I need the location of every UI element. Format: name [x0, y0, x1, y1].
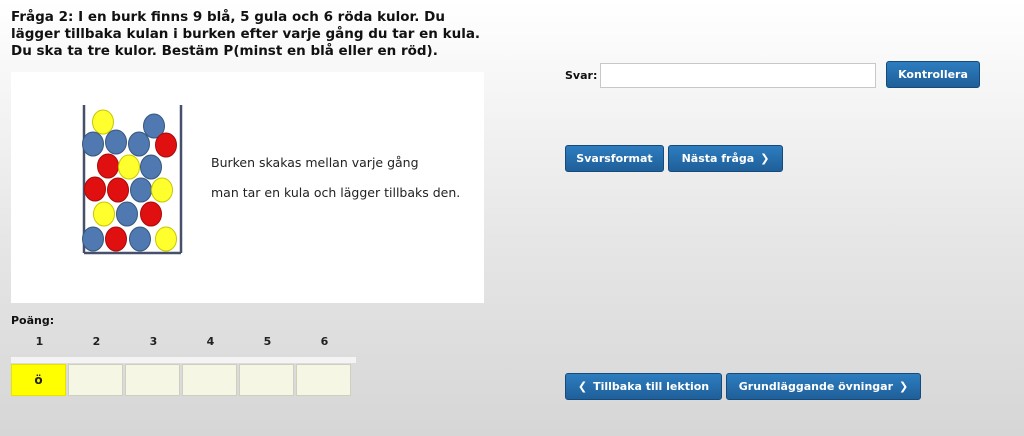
score-column-header: 3 — [149, 335, 158, 348]
yellow-marble — [118, 154, 140, 180]
score-column-header: 5 — [263, 335, 272, 348]
blue-marble — [140, 154, 162, 180]
answer-input[interactable] — [600, 63, 876, 88]
red-marble — [140, 201, 162, 227]
red-marble — [84, 176, 106, 202]
back-to-lesson-button[interactable]: ❮ Tillbaka till lektion — [565, 373, 722, 400]
blue-marble — [129, 226, 151, 252]
points-label: Poäng: — [11, 314, 55, 327]
red-marble — [97, 153, 119, 179]
jar-illustration — [82, 105, 183, 255]
score-cell — [68, 364, 123, 396]
next-question-button[interactable]: Nästa fråga ❯ — [668, 145, 783, 172]
basic-exercises-button[interactable]: Grundläggande övningar ❯ — [726, 373, 921, 400]
score-column-header: 4 — [206, 335, 215, 348]
score-cell-row: ö — [11, 364, 356, 396]
chevron-right-icon: ❯ — [760, 152, 770, 165]
score-cell — [125, 364, 180, 396]
marbles — [82, 109, 177, 252]
yellow-marble — [155, 226, 177, 252]
blue-marble — [130, 177, 152, 203]
red-marble — [155, 132, 177, 158]
score-cell — [182, 364, 237, 396]
yellow-marble — [92, 109, 114, 135]
next-question-label: Nästa fråga — [681, 152, 755, 165]
panel-text-line: Burken skakas mellan varje gång — [211, 155, 419, 170]
score-column-header: 2 — [92, 335, 101, 348]
basic-exercises-label: Grundläggande övningar — [738, 380, 893, 393]
chevron-left-icon: ❮ — [577, 380, 588, 393]
question-line: Fråga 2: I en burk finns 9 blå, 5 gula o… — [11, 9, 445, 25]
panel-description: Burken skakas mellan varje gång man tar … — [211, 156, 460, 216]
answer-format-button[interactable]: Svarsformat — [565, 145, 664, 172]
yellow-marble — [151, 177, 173, 203]
question-line: Du ska ta tre kulor. Bestäm P(minst en b… — [11, 43, 438, 59]
score-cell — [296, 364, 351, 396]
panel-text-line: man tar en kula och lägger tillbaks den. — [211, 185, 461, 200]
question-line: lägger tillbaka kulan i burken efter var… — [11, 26, 481, 42]
check-button[interactable]: Kontrollera — [886, 61, 980, 88]
score-table: 1 2 3 4 5 6 ö — [11, 335, 356, 396]
yellow-marble — [93, 201, 115, 227]
blue-marble — [128, 131, 150, 157]
blue-marble — [105, 129, 127, 155]
blue-marble — [82, 226, 104, 252]
score-divider — [11, 356, 356, 363]
score-column-header: 1 — [35, 335, 44, 348]
red-marble — [107, 177, 129, 203]
score-cell — [239, 364, 294, 396]
answer-label: Svar: — [565, 69, 598, 82]
score-cell: ö — [11, 364, 66, 396]
check-button-label: Kontrollera — [898, 68, 968, 81]
score-header-row: 1 2 3 4 5 6 — [11, 335, 356, 348]
blue-marble — [116, 201, 138, 227]
red-marble — [105, 226, 127, 252]
answer-format-label: Svarsformat — [576, 152, 653, 165]
score-column-header: 6 — [320, 335, 329, 348]
back-to-lesson-label: Tillbaka till lektion — [593, 380, 710, 393]
question-text: Fråga 2: I en burk finns 9 blå, 5 gula o… — [11, 9, 501, 60]
illustration-panel: Burken skakas mellan varje gång man tar … — [11, 72, 484, 303]
blue-marble — [82, 131, 104, 157]
chevron-right-icon: ❯ — [899, 380, 909, 393]
